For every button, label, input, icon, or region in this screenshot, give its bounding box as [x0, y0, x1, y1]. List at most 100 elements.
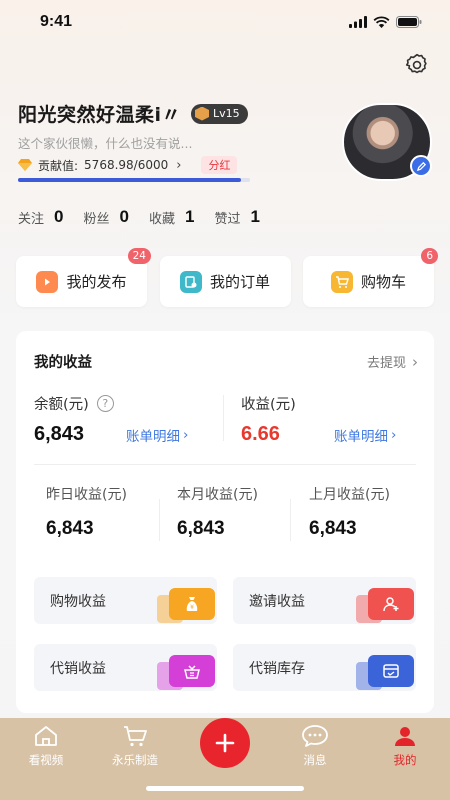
level-text: Lv15 — [213, 107, 240, 120]
gear-icon — [405, 53, 427, 74]
invite-earnings-tile[interactable]: 邀请收益 — [233, 577, 416, 624]
stat-label: 收藏 — [148, 211, 175, 227]
order-icon — [179, 270, 202, 293]
period-value: 6,843 — [177, 518, 225, 539]
chevron-right-icon: › — [391, 427, 397, 443]
quick-label: 我的订单 — [209, 273, 270, 291]
my-orders-button[interactable]: 我的订单 — [159, 256, 291, 307]
question-icon[interactable]: ? — [96, 395, 114, 412]
chevron-right-icon: › — [412, 352, 418, 371]
edit-icon — [416, 161, 426, 171]
contribution-row[interactable]: 贡献值: 5768.98/6000 › 分红 — [18, 156, 238, 174]
money-bag-icon: ¥ — [169, 588, 215, 620]
stat-followers[interactable]: 粉丝 0 — [83, 207, 128, 227]
count-badge: 6 — [421, 248, 438, 264]
status-time: 9:41 — [40, 13, 73, 30]
shopping-earnings-tile[interactable]: 购物收益 ¥ — [34, 577, 217, 624]
income-value: 6.66 — [241, 423, 280, 445]
withdraw-label: 去提现 — [366, 356, 406, 371]
divider — [34, 464, 416, 465]
tab-label: 看视频 — [28, 753, 64, 767]
home-indicator — [146, 786, 304, 791]
tab-label: 消息 — [303, 753, 327, 767]
my-posts-button[interactable]: 我的发布 24 — [16, 248, 151, 307]
stat-value: 0 — [119, 207, 129, 226]
plus-icon — [215, 733, 235, 753]
stat-label: 赞过 — [214, 211, 241, 227]
period-label: 本月收益(元) — [177, 487, 258, 503]
quick-actions: 我的发布 24 我的订单 购物车 6 — [16, 248, 438, 307]
home-icon — [35, 726, 57, 746]
stat-label: 粉丝 — [83, 211, 110, 227]
balance-label: 余额(元) — [34, 397, 89, 413]
tile-label: 代销库存 — [249, 661, 305, 677]
period-label: 上月收益(元) — [309, 487, 390, 503]
cart-button[interactable]: 购物车 6 — [303, 248, 438, 307]
chevron-right-icon: › — [183, 427, 189, 443]
consignment-inventory-tile[interactable]: 代销库存 — [233, 644, 416, 691]
tab-label: 永乐制造 — [112, 753, 158, 767]
quick-label: 购物车 — [360, 273, 406, 291]
tab-messages[interactable]: 消息 — [275, 724, 355, 768]
basket-icon — [169, 655, 215, 687]
cart-icon — [124, 726, 147, 747]
income-bill-link[interactable]: 账单明细 › — [334, 425, 396, 445]
period-label: 昨日收益(元) — [46, 487, 127, 503]
period-value: 6,843 — [46, 518, 94, 539]
earnings-card: 我的收益 去提现 › 余额(元) ? 6,843 账单明细 › 收益(元) 6.6… — [16, 331, 434, 713]
chevron-right-icon: › — [176, 157, 182, 173]
tab-watch-video[interactable]: 看视频 — [6, 724, 86, 768]
diamond-icon — [18, 159, 32, 171]
cart-icon — [330, 270, 353, 293]
tile-label: 购物收益 — [50, 594, 106, 610]
battery-icon — [396, 16, 422, 28]
inventory-icon — [368, 655, 414, 687]
tile-label: 代销收益 — [50, 661, 106, 677]
contribution-value: 5768.98/6000 — [84, 158, 169, 172]
stats-row: 关注 0 粉丝 0 收藏 1 赞过 1 — [18, 207, 280, 227]
balance-bill-link[interactable]: 账单明细 › — [126, 425, 188, 445]
svg-text:¥: ¥ — [190, 604, 194, 611]
tab-mine[interactable]: 我的 — [365, 724, 445, 768]
profile-header: 阳光突然好温柔i〃 Lv15 — [18, 100, 248, 127]
tab-yongle-manufacture[interactable]: 永乐制造 — [95, 724, 175, 768]
divider — [159, 499, 160, 541]
withdraw-link[interactable]: 去提现 › — [366, 352, 418, 372]
dividend-badge[interactable]: 分红 — [201, 156, 238, 174]
tab-label: 我的 — [393, 753, 417, 767]
divider — [223, 395, 224, 441]
bill-link-label: 账单明细 — [126, 429, 180, 445]
chat-icon — [302, 725, 328, 747]
add-button[interactable] — [200, 718, 250, 768]
stat-label: 关注 — [18, 211, 45, 227]
income-label: 收益(元) — [241, 397, 296, 413]
status-icons — [349, 16, 422, 28]
divider — [290, 499, 291, 541]
earnings-title: 我的收益 — [34, 355, 92, 371]
balance-block: 余额(元) ? — [34, 393, 114, 414]
balance-value: 6,843 — [34, 423, 85, 445]
level-badge[interactable]: Lv15 — [191, 103, 248, 124]
quick-label: 我的发布 — [66, 273, 127, 291]
stat-value: 1 — [250, 207, 260, 226]
stat-value: 1 — [184, 207, 195, 226]
settings-button[interactable] — [404, 52, 430, 78]
username: 阳光突然好温柔i〃 — [18, 104, 182, 126]
video-icon — [36, 270, 59, 293]
consignment-earnings-tile[interactable]: 代销收益 — [34, 644, 217, 691]
avatar-container[interactable] — [342, 103, 432, 181]
stat-liked[interactable]: 赞过 1 — [214, 207, 259, 227]
invite-user-icon — [368, 588, 414, 620]
contribution-progress — [18, 178, 250, 182]
contribution-label: 贡献值: — [38, 158, 79, 173]
balance-label-row: 余额(元) ? — [34, 393, 114, 414]
stat-favorites[interactable]: 收藏 1 — [149, 207, 194, 227]
period-value: 6,843 — [309, 518, 357, 539]
bill-link-label: 账单明细 — [334, 429, 388, 445]
income-block: 收益(元) — [241, 393, 296, 414]
progress-fill — [18, 178, 241, 182]
stat-following[interactable]: 关注 0 — [18, 207, 63, 227]
avatar-edit-button[interactable] — [410, 155, 432, 177]
count-badge: 24 — [127, 248, 151, 264]
tile-label: 邀请收益 — [249, 594, 305, 610]
